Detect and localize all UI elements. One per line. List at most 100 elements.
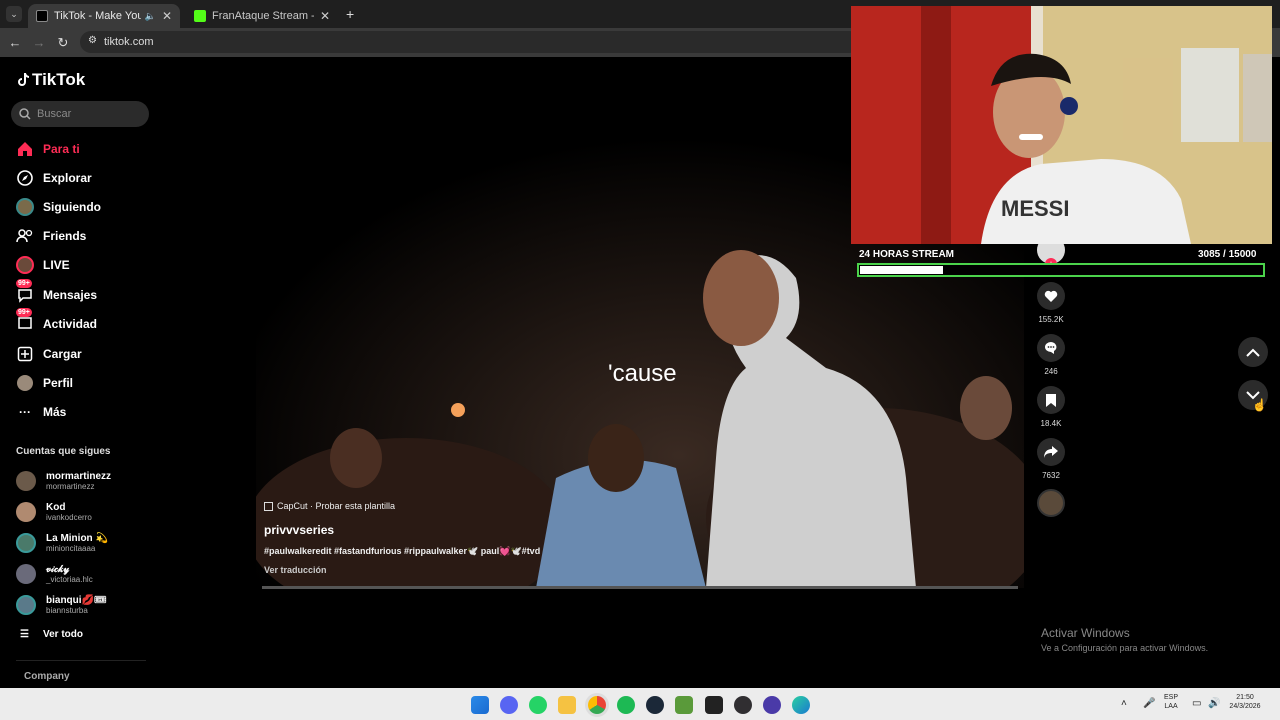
windows-start-icon[interactable] bbox=[471, 696, 489, 714]
capcut-icon bbox=[264, 501, 273, 511]
like-count: 155.2K bbox=[1038, 315, 1064, 324]
edge-icon[interactable] bbox=[792, 696, 810, 714]
nav-label: Más bbox=[43, 405, 67, 419]
like-button[interactable]: 155.2K bbox=[1036, 282, 1066, 324]
account-handle: _victoriaa.hlc bbox=[46, 575, 93, 584]
stream-goal-title: 24 HORAS STREAM bbox=[859, 249, 955, 260]
tab-list-button[interactable]: ⌄ bbox=[6, 6, 22, 22]
bookmark-button[interactable]: 18.4K bbox=[1036, 386, 1066, 428]
clock-time: 21:50 bbox=[1236, 694, 1254, 701]
language-indicator[interactable]: ESP LAA bbox=[1164, 693, 1178, 711]
search-input[interactable]: Buscar bbox=[11, 101, 149, 127]
share-count: 7632 bbox=[1042, 471, 1060, 480]
close-tab-icon[interactable]: ✕ bbox=[162, 9, 172, 23]
music-disc-icon[interactable] bbox=[1036, 489, 1066, 517]
account-handle: ivankodcerro bbox=[46, 513, 92, 522]
video-caption: 'cause bbox=[608, 360, 677, 387]
network-icon[interactable]: ▭ bbox=[1192, 698, 1201, 709]
avatar bbox=[16, 595, 36, 615]
comment-icon bbox=[1037, 334, 1065, 362]
video-progress-bar[interactable] bbox=[262, 586, 1018, 589]
new-tab-button[interactable]: + bbox=[346, 6, 354, 22]
nav-explorar[interactable]: Explorar bbox=[16, 165, 92, 191]
see-all-link[interactable]: ☰ Ver todo bbox=[20, 629, 83, 640]
home-icon bbox=[16, 140, 34, 158]
account-item[interactable]: bianqui💋🎟 biannsturba bbox=[16, 591, 107, 619]
nav-mas[interactable]: ··· Más bbox=[16, 399, 66, 425]
windows-activation-subtitle: Ve a Configuración para activar Windows. bbox=[1041, 643, 1209, 653]
nav-label: Actividad bbox=[43, 317, 98, 331]
account-item[interactable]: 𝓋𝒾𝒸𝓀𝓎 _victoriaa.hlc bbox=[16, 560, 93, 588]
nav-cargar[interactable]: Cargar bbox=[16, 341, 82, 367]
whatsapp-icon[interactable] bbox=[529, 696, 547, 714]
nav-perfil[interactable]: Perfil bbox=[16, 370, 73, 396]
nav-para-ti[interactable]: Para ti bbox=[16, 136, 80, 162]
profile-icon bbox=[16, 374, 34, 392]
see-all-label: Ver todo bbox=[42, 629, 83, 640]
chrome-icon[interactable] bbox=[588, 696, 606, 714]
nav-label: LIVE bbox=[43, 258, 70, 272]
account-name: Kod bbox=[46, 502, 66, 513]
activity-badge: 99+ bbox=[16, 308, 32, 317]
account-name: mormartinezz bbox=[46, 471, 112, 482]
account-item[interactable]: Kod ivankodcerro bbox=[16, 498, 92, 526]
nav-label: Para ti bbox=[43, 142, 80, 156]
site-info-icon[interactable]: ⚙ bbox=[88, 35, 97, 46]
steam-icon[interactable] bbox=[646, 696, 664, 714]
video-author[interactable]: privvvseries bbox=[264, 523, 334, 537]
tab-title: TikTok - Make Your Day bbox=[54, 10, 141, 22]
microphone-icon[interactable]: 🎤 bbox=[1143, 698, 1155, 709]
account-item[interactable]: La Minion 💫 minioncitaaaa bbox=[16, 529, 108, 557]
nav-mensajes[interactable]: 99+ Mensajes bbox=[16, 279, 98, 308]
close-tab-icon[interactable]: ✕ bbox=[320, 9, 330, 23]
recording-app-icon[interactable] bbox=[763, 696, 781, 714]
nav-label: Explorar bbox=[43, 171, 92, 185]
nav-label: Mensajes bbox=[43, 288, 98, 302]
nav-actividad[interactable]: 99+ Actividad bbox=[16, 308, 98, 337]
company-link[interactable]: Company bbox=[24, 671, 70, 682]
language-code: ESP bbox=[1164, 694, 1179, 701]
video-hashtags[interactable]: #paulwalkeredit #fastandfurious #rippaul… bbox=[264, 546, 540, 557]
file-explorer-icon[interactable] bbox=[558, 696, 576, 714]
discord-icon[interactable] bbox=[500, 696, 518, 714]
avatar bbox=[16, 502, 36, 522]
share-icon bbox=[1037, 438, 1065, 466]
nav-live[interactable]: LIVE bbox=[16, 252, 70, 278]
nav-siguiendo[interactable]: Siguiendo bbox=[16, 194, 101, 220]
list-icon: ☰ bbox=[20, 629, 29, 640]
audio-icon[interactable]: 🔈 bbox=[145, 11, 156, 22]
following-section-title: Cuentas que sigues bbox=[16, 446, 111, 457]
clock[interactable]: 21:50 24/3/2026 bbox=[1228, 693, 1262, 711]
account-handle: minioncitaaaa bbox=[46, 544, 96, 553]
comment-button[interactable]: 246 bbox=[1036, 334, 1066, 376]
nav-label: Cargar bbox=[43, 347, 82, 361]
translate-link[interactable]: Ver traducción bbox=[264, 565, 327, 575]
avatar bbox=[16, 564, 36, 584]
volume-icon[interactable]: 🔊 bbox=[1208, 698, 1220, 709]
logo-text: TikTok bbox=[32, 70, 86, 89]
capcut-template-link[interactable]: CapCut · Probar esta plantilla bbox=[264, 501, 395, 511]
back-icon[interactable]: ← bbox=[6, 34, 24, 52]
share-button[interactable]: 7632 bbox=[1036, 438, 1066, 480]
previous-video-button[interactable] bbox=[1238, 337, 1268, 367]
nav-friends[interactable]: Friends bbox=[16, 223, 86, 249]
tab-stream[interactable]: FranAtaque Stream - Watch Live ✕ bbox=[186, 4, 338, 28]
forward-icon[interactable]: → bbox=[30, 34, 48, 52]
url-input[interactable]: ⚙ tiktok.com bbox=[80, 31, 860, 53]
minecraft-icon[interactable] bbox=[675, 696, 693, 714]
account-name: 𝓋𝒾𝒸𝓀𝓎 bbox=[46, 564, 70, 575]
tray-chevron-icon[interactable]: ˄ bbox=[1121, 698, 1127, 709]
tiktok-note-icon bbox=[18, 72, 30, 86]
spotify-icon[interactable] bbox=[617, 696, 635, 714]
stream-goal-counter: 3085 / 15000 bbox=[1198, 249, 1256, 260]
tab-tiktok[interactable]: TikTok - Make Your Day 🔈 ✕ bbox=[28, 4, 180, 28]
reload-icon[interactable]: ↻ bbox=[54, 34, 72, 52]
epic-games-icon[interactable] bbox=[705, 696, 723, 714]
following-avatar-icon bbox=[16, 198, 34, 216]
obs-icon[interactable] bbox=[734, 696, 752, 714]
tiktok-logo[interactable]: TikTok bbox=[16, 70, 85, 90]
nav-label: Perfil bbox=[43, 376, 74, 390]
live-icon bbox=[16, 256, 34, 274]
account-item[interactable]: mormartinezz mormartinezz bbox=[16, 467, 111, 495]
stream-goal-value: / 15000 bbox=[1223, 249, 1257, 260]
